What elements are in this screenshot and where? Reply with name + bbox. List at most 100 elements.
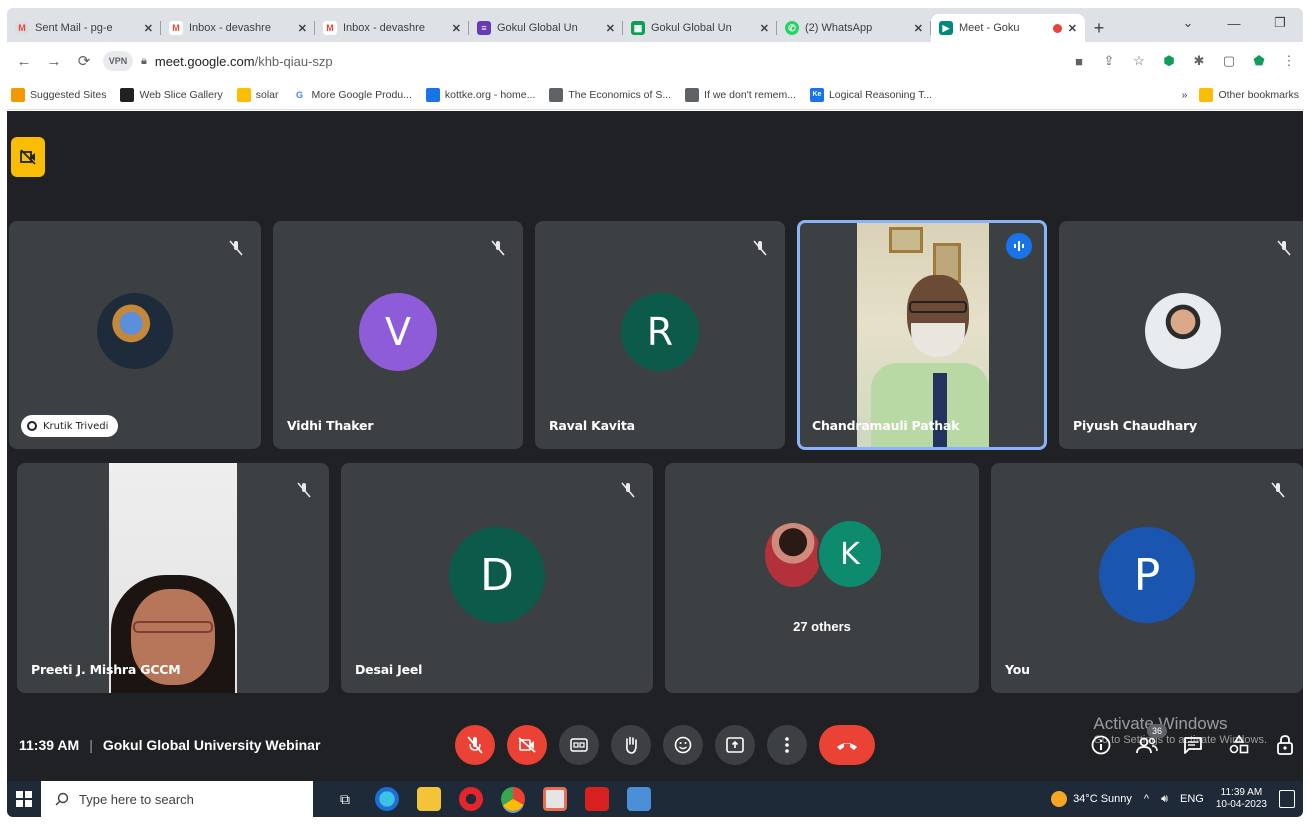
start-button[interactable] (7, 781, 41, 817)
bookmark-kottke[interactable]: kottke.org - home... (425, 87, 535, 102)
extension-shield-icon[interactable]: ⬢ (1161, 53, 1177, 69)
gmail-icon: M (323, 21, 337, 35)
system-clock[interactable]: 11:39 AM 10-04-2023 (1216, 787, 1267, 812)
media-player-icon[interactable] (627, 787, 651, 811)
close-icon[interactable]: ✕ (914, 22, 923, 35)
bookmark-other[interactable]: Other bookmarks (1199, 87, 1299, 102)
tab-title: Inbox - devashre (343, 22, 425, 34)
lock-person-icon (1277, 735, 1293, 755)
close-icon[interactable]: ✕ (760, 22, 769, 35)
weather-widget[interactable]: 34°C Sunny (1051, 791, 1132, 807)
present-icon (726, 737, 744, 753)
recording-icon (1052, 23, 1062, 33)
bookmark-solar[interactable]: solar (236, 87, 279, 102)
chevron-right-icon[interactable]: » (1182, 89, 1188, 101)
participant-tile-desai[interactable]: D Desai Jeel (341, 463, 653, 693)
participant-tile-chandramauli[interactable]: Chandramauli Pathak (797, 220, 1047, 450)
meeting-time: 11:39 AM (19, 737, 80, 753)
chevron-up-icon[interactable]: ^ (1144, 793, 1149, 805)
bookmark-suggested-sites[interactable]: Suggested Sites (11, 87, 106, 102)
tab-whatsapp[interactable]: ✆ (2) WhatsApp ✕ (777, 14, 931, 42)
bookmark-logical-reasoning[interactable]: Ke Logical Reasoning T... (809, 87, 932, 102)
camera-icon[interactable]: ■ (1071, 53, 1087, 69)
self-tile[interactable]: P You (991, 463, 1303, 693)
reload-button[interactable]: ⟳ (73, 50, 95, 72)
vpn-badge[interactable]: VPN (103, 51, 133, 71)
edge-icon[interactable] (375, 787, 399, 811)
tab-search-icon[interactable]: ⌄ (1165, 8, 1211, 38)
mic-off-icon (617, 479, 639, 501)
maximize-button[interactable]: ❐ (1257, 8, 1303, 38)
taskbar-search[interactable]: Type here to search (41, 781, 313, 817)
url-path: /khb-qiau-szp (254, 53, 333, 69)
close-icon[interactable]: ✕ (452, 22, 461, 35)
tab-meet[interactable]: ▶ Meet - Goku ✕ (931, 14, 1085, 42)
volume-icon[interactable]: 🔊︎ (1161, 793, 1168, 806)
bookmark-economics[interactable]: The Economics of S... (549, 87, 672, 102)
participant-tile-vidhi[interactable]: V Vidhi Thaker (273, 221, 523, 449)
more-options-button[interactable] (767, 725, 807, 765)
bookmarks-bar: Suggested Sites Web Slice Gallery solar … (7, 80, 1303, 110)
bookmark-google-products[interactable]: G More Google Produ... (292, 87, 412, 102)
new-tab-button[interactable]: + (1085, 14, 1113, 42)
bookmark-label: solar (255, 88, 279, 101)
tab-title: Gokul Global Un (651, 22, 732, 34)
task-view-icon[interactable]: ⧉ (333, 787, 357, 811)
tab-sent-mail[interactable]: M Sent Mail - pg-e ✕ (7, 14, 161, 42)
forward-button[interactable]: → (43, 50, 65, 72)
raise-hand-button[interactable] (611, 725, 651, 765)
tab-inbox-2[interactable]: M Inbox - devashre ✕ (315, 14, 469, 42)
tab-inbox-1[interactable]: M Inbox - devashre ✕ (161, 14, 315, 42)
close-icon[interactable]: ✕ (298, 22, 307, 35)
shield-check-icon[interactable]: ⬟ (1251, 53, 1267, 69)
tab-sheets[interactable]: ▦ Gokul Global Un ✕ (623, 14, 777, 42)
captions-button[interactable] (559, 725, 599, 765)
close-icon[interactable]: ✕ (144, 22, 153, 35)
paint-icon[interactable] (543, 787, 567, 811)
participant-tile-piyush[interactable]: Piyush Chaudhary (1059, 221, 1303, 449)
mic-off-icon (749, 237, 771, 259)
chrome-icon[interactable] (501, 787, 525, 811)
leave-call-button[interactable] (819, 725, 875, 765)
share-icon[interactable]: ⇪ (1101, 53, 1117, 69)
people-icon (1136, 737, 1158, 754)
file-explorer-icon[interactable] (417, 787, 441, 811)
side-panel-icon[interactable]: ▢ (1221, 53, 1237, 69)
mic-toggle-button[interactable] (455, 725, 495, 765)
emoji-reactions-button[interactable] (663, 725, 703, 765)
minimize-button[interactable]: — (1211, 8, 1257, 38)
others-tile[interactable]: K 27 others (665, 463, 979, 693)
participant-tile-preeti[interactable]: Preeti J. Mishra GCCM (17, 463, 329, 693)
mic-off-icon (487, 237, 509, 259)
participant-name: You (1005, 662, 1030, 677)
notifications-icon[interactable] (1279, 790, 1295, 808)
acrobat-icon[interactable] (585, 787, 609, 811)
camera-toggle-button[interactable] (507, 725, 547, 765)
camera-off-badge[interactable] (11, 137, 45, 177)
bookmark-if-we-dont[interactable]: If we don't remem... (685, 87, 796, 102)
participant-tile-raval[interactable]: R Raval Kavita (535, 221, 785, 449)
activities-button[interactable] (1227, 733, 1251, 757)
present-screen-button[interactable] (715, 725, 755, 765)
menu-icon[interactable]: ⋮ (1281, 53, 1297, 69)
gmail-icon: M (15, 21, 29, 35)
language-indicator[interactable]: ENG (1180, 793, 1204, 805)
window-controls: ⌄ — ❐ (1165, 8, 1303, 42)
chat-button[interactable] (1181, 733, 1205, 757)
extensions-puzzle-icon[interactable]: ✱ (1191, 53, 1207, 69)
host-controls-button[interactable] (1273, 733, 1297, 757)
bookmark-web-slice-gallery[interactable]: Web Slice Gallery (120, 87, 223, 102)
participant-tile-krutik[interactable]: Krutik Trivedi (9, 221, 261, 449)
close-icon[interactable]: ✕ (606, 22, 615, 35)
star-icon[interactable]: ☆ (1131, 53, 1147, 69)
back-button[interactable]: ← (13, 50, 35, 72)
address-bar[interactable]: 🔒︎ meet.google.com/khb-qiau-szp (141, 47, 1063, 75)
people-button[interactable]: 36 (1135, 724, 1167, 757)
video-feed (109, 463, 237, 693)
tab-forms[interactable]: ≡ Gokul Global Un ✕ (469, 14, 623, 42)
bookmark-label: More Google Produ... (311, 88, 412, 101)
bookmark-label: The Economics of S... (568, 88, 672, 101)
close-icon[interactable]: ✕ (1068, 22, 1077, 35)
meeting-info-button[interactable] (1089, 733, 1113, 757)
opera-icon[interactable] (459, 787, 483, 811)
